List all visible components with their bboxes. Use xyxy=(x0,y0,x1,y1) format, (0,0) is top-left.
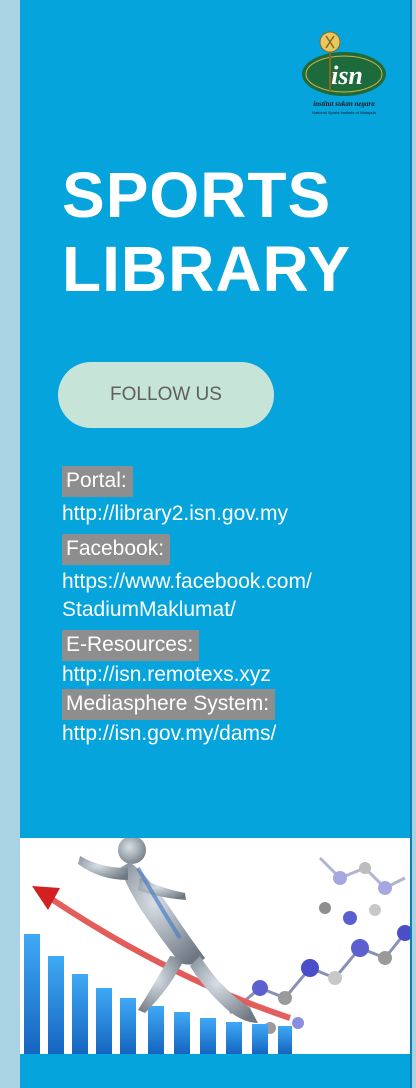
footer-strip xyxy=(20,1054,410,1088)
link-label-facebook: Facebook: xyxy=(62,534,171,565)
title-line-2: LIBRARY xyxy=(62,233,352,305)
link-label-eresources: E-Resources: xyxy=(62,630,200,661)
title-line-1: SPORTS xyxy=(62,159,332,231)
follow-us-button[interactable]: FOLLOW US xyxy=(58,362,274,428)
links-list: Portal: http://library2.isn.gov.my Faceb… xyxy=(62,466,416,754)
link-label-mediasphere: Mediasphere System: xyxy=(62,689,276,720)
link-url-eresources[interactable]: http://isn.remotexs.xyz xyxy=(62,661,416,689)
link-eresources: E-Resources: http://isn.remotexs.xyz xyxy=(62,630,416,689)
sports-science-illustration xyxy=(20,838,410,1054)
isn-logo: isn institut sukan negara National Sport… xyxy=(292,22,392,122)
sports-library-banner: isn institut sukan negara National Sport… xyxy=(20,0,410,1088)
link-portal: Portal: http://library2.isn.gov.my xyxy=(62,466,416,528)
logo-subtagline: National Sports Institute of Malaysia xyxy=(312,110,376,115)
page-title: SPORTS LIBRARY xyxy=(62,158,351,306)
link-label-portal: Portal: xyxy=(62,466,133,497)
link-url-mediasphere[interactable]: http://isn.gov.my/dams/ xyxy=(62,720,416,748)
link-url-facebook-2[interactable]: StadiumMaklumat/ xyxy=(62,596,416,624)
link-url-portal[interactable]: http://library2.isn.gov.my xyxy=(62,500,416,528)
link-mediasphere: Mediasphere System: http://isn.gov.my/da… xyxy=(62,689,416,748)
isn-logo-icon: isn xyxy=(302,31,386,96)
link-url-facebook-1[interactable]: https://www.facebook.com/ xyxy=(62,568,416,596)
link-facebook: Facebook: https://www.facebook.com/ Stad… xyxy=(62,534,416,624)
logo-mark: isn xyxy=(331,61,363,90)
logo-tagline: institut sukan negara xyxy=(313,100,375,108)
